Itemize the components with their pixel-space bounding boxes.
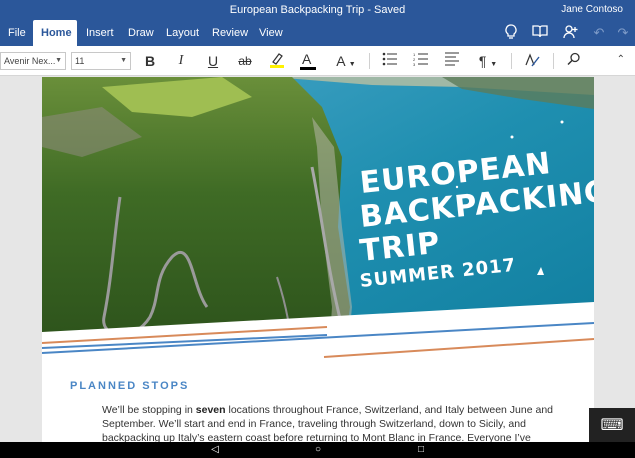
paragraph-button[interactable]: ¶ ▼ [474, 51, 502, 71]
cover-image: EUROPEAN BACKPACKING TRIP SUMMER 2017 [42, 77, 594, 367]
tab-draw[interactable]: Draw [120, 20, 162, 46]
keyboard-icon[interactable]: ⌨ [589, 408, 635, 444]
font-name-dropdown[interactable]: Avenir Nex... ▼ [0, 52, 66, 70]
cover-headline: EUROPEAN BACKPACKING TRIP SUMMER 2017 [358, 146, 594, 295]
section-heading: PLANNED STOPS [70, 380, 190, 392]
collapse-ribbon-icon[interactable]: ⌃ [617, 54, 625, 65]
bold-button[interactable]: B [139, 51, 161, 71]
paragraph-icon: ¶ [478, 53, 487, 69]
tab-review[interactable]: Review [204, 20, 256, 46]
document-title: European Backpacking Trip - Saved [229, 4, 406, 16]
paragraph-text-1: We’ll be stopping in [102, 404, 196, 416]
lightbulb-icon[interactable] [502, 24, 520, 42]
home-toolbar: Avenir Nex... ▼ 11 ▼ B I U ab A A ▼ 123 [0, 46, 635, 76]
font-name-value: Avenir Nex... [4, 56, 56, 66]
user-name[interactable]: Jane Contoso [561, 4, 623, 15]
align-button[interactable] [441, 51, 463, 71]
find-button[interactable] [563, 51, 585, 71]
font-color-button[interactable]: A [297, 51, 319, 71]
home-icon[interactable]: ○ [311, 444, 325, 456]
book-icon[interactable] [531, 24, 549, 42]
tab-home[interactable]: Home [33, 20, 77, 46]
font-size-value: 11 [75, 56, 85, 66]
ribbon-tabs: File Home Insert Draw Layout Review View… [0, 20, 635, 46]
italic-button[interactable]: I [170, 51, 192, 71]
body-paragraph[interactable]: We’ll be stopping in seven locations thr… [102, 403, 562, 442]
svg-text:3: 3 [413, 62, 416, 66]
share-person-icon[interactable] [561, 24, 579, 42]
bullet-list-icon [382, 52, 397, 66]
title-bar: European Backpacking Trip - Saved Jane C… [0, 0, 635, 20]
numbering-button[interactable]: 123 [410, 51, 432, 71]
font-size-menu-label: A [336, 53, 345, 69]
redo-icon[interactable]: ↷ [614, 24, 632, 42]
font-color-label: A [302, 51, 312, 67]
paragraph-bold-text: seven [195, 404, 226, 416]
tab-file[interactable]: File [0, 20, 34, 46]
styles-button[interactable] [521, 51, 543, 71]
chevron-down-icon: ▼ [120, 57, 127, 64]
tab-insert[interactable]: Insert [78, 20, 122, 46]
word-app: European Backpacking Trip - Saved Jane C… [0, 0, 635, 458]
align-left-icon [445, 52, 459, 66]
back-icon[interactable]: ◁ [208, 444, 222, 456]
highlight-button[interactable] [266, 51, 288, 71]
bullets-button[interactable] [379, 51, 401, 71]
font-size-dropdown[interactable]: 11 ▼ [71, 52, 131, 70]
font-color-swatch [300, 67, 316, 70]
highlighter-icon [270, 53, 284, 68]
document-page[interactable]: EUROPEAN BACKPACKING TRIP SUMMER 2017 PL… [42, 77, 594, 442]
toolbar-divider [511, 53, 512, 69]
recents-icon[interactable]: □ [414, 444, 428, 456]
tab-layout[interactable]: Layout [158, 20, 207, 46]
toolbar-divider [369, 53, 370, 69]
font-size-menu-button[interactable]: A ▼ [332, 51, 360, 71]
numbered-list-icon: 123 [413, 52, 428, 67]
undo-icon[interactable]: ↶ [590, 24, 608, 42]
chevron-down-icon: ▼ [348, 61, 356, 68]
chevron-down-icon: ▼ [490, 61, 498, 68]
toolbar-divider [553, 53, 554, 69]
tab-view[interactable]: View [251, 20, 291, 46]
styles-pen-icon [525, 53, 540, 67]
search-icon [567, 52, 580, 66]
chevron-down-icon: ▼ [55, 57, 62, 64]
android-nav-bar: ◁ ○ □ [0, 442, 635, 458]
underline-button[interactable]: U [202, 51, 224, 71]
document-canvas[interactable]: EUROPEAN BACKPACKING TRIP SUMMER 2017 PL… [0, 77, 635, 442]
strikethrough-button[interactable]: ab [234, 51, 256, 71]
